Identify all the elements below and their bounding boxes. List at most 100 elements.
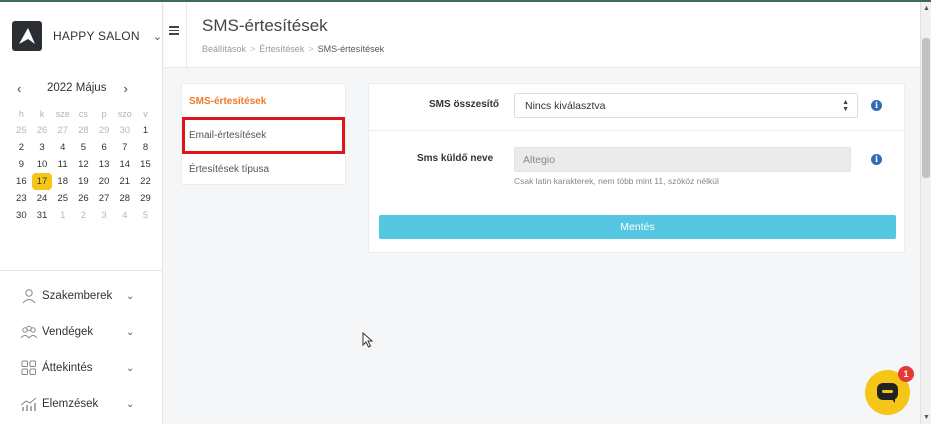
page-header: SMS-értesítések Beállítások > Értesítések >… — [164, 2, 920, 68]
subnav-item-sms[interactable]: SMS-értesítések — [189, 96, 266, 107]
calendar-day[interactable]: 7 — [114, 142, 135, 153]
calendar-day[interactable]: 26 — [73, 193, 94, 204]
calendar-day[interactable]: 22 — [135, 176, 156, 187]
sidebar-item-szakemberek[interactable]: Szakemberek ⌄ — [0, 278, 163, 314]
calendar-week: 9 10 11 12 13 14 15 — [11, 156, 156, 173]
sidebar-item-label: Vendégek — [42, 326, 94, 338]
sidebar-item-label: Áttekintés — [42, 362, 93, 374]
calendar-day[interactable]: 24 — [32, 193, 53, 204]
sender-name-label: Sms küldő neve — [417, 153, 494, 164]
breadcrumb-separator-icon: > — [308, 44, 314, 54]
select-arrows-icon: ▲ ▼ — [842, 99, 849, 113]
calendar-day[interactable]: 17 — [32, 173, 53, 190]
calendar-day[interactable]: 4 — [52, 142, 73, 153]
calendar-day[interactable]: 15 — [135, 159, 156, 170]
breadcrumb-link-beallitasok[interactable]: Beállítások — [202, 44, 246, 54]
calendar-day[interactable]: 1 — [135, 125, 156, 136]
brand-switcher[interactable]: HAPPY SALON ⌄ — [0, 2, 162, 70]
calendar-day[interactable]: 5 — [135, 210, 156, 221]
calendar-day[interactable]: 12 — [73, 159, 94, 170]
sidebar-item-vendegek[interactable]: Vendégek ⌄ — [0, 314, 163, 350]
calendar-day[interactable]: 21 — [114, 176, 135, 187]
sender-name-value: Altegio — [523, 154, 556, 166]
calendar-day[interactable]: 30 — [11, 210, 32, 221]
calendar-day[interactable]: 10 — [32, 159, 53, 170]
calendar-day[interactable]: 14 — [114, 159, 135, 170]
calendar-next-button[interactable]: › — [123, 81, 127, 96]
calendar-day[interactable]: 28 — [73, 125, 94, 136]
sidebar: HAPPY SALON ⌄ ‹ 2022 Május › h k sze cs p szo… — [0, 2, 163, 424]
sender-name-hint: Csak latin karakterek, nem több mint 11,… — [514, 176, 719, 186]
mouse-cursor-icon — [362, 332, 374, 348]
sms-settings-panel: SMS összesítő Nincs kiválasztva ▲ ▼ i Sms… — [368, 83, 905, 253]
calendar-day[interactable]: 31 — [32, 210, 53, 221]
sms-summary-label: SMS összesítő — [429, 99, 500, 110]
sidebar-nav: Szakemberek ⌄ Vendégek ⌄ Áttekintés ⌄ El… — [0, 278, 163, 422]
sms-summary-select[interactable]: Nincs kiválasztva ▲ ▼ — [514, 93, 858, 118]
calendar-day[interactable]: 4 — [114, 210, 135, 221]
calendar-week: 16 17 18 19 20 21 22 — [11, 173, 156, 190]
calendar-day[interactable]: 20 — [94, 176, 115, 187]
grid-icon — [21, 360, 36, 375]
sidebar-item-attekintes[interactable]: Áttekintés ⌄ — [0, 350, 163, 386]
calendar-day[interactable]: 23 — [11, 193, 32, 204]
calendar-day[interactable]: 18 — [52, 176, 73, 187]
person-icon — [22, 289, 36, 304]
scroll-thumb[interactable] — [922, 38, 930, 178]
sidebar-item-elemzesek[interactable]: Elemzések ⌄ — [0, 386, 163, 422]
chevron-down-icon[interactable]: ⌄ — [153, 30, 162, 43]
sender-name-input[interactable]: Altegio — [514, 147, 851, 172]
logo-icon — [12, 21, 42, 51]
calendar-weekday: p — [101, 108, 107, 119]
calendar-day[interactable]: 6 — [94, 142, 115, 153]
calendar-day[interactable]: 29 — [94, 125, 115, 136]
calendar-day[interactable]: 25 — [52, 193, 73, 204]
save-button[interactable]: Mentés — [379, 215, 896, 239]
calendar-day[interactable]: 5 — [73, 142, 94, 153]
calendar-day[interactable]: 27 — [52, 125, 73, 136]
chevron-down-icon: ⌄ — [126, 290, 135, 302]
brand-name: HAPPY SALON — [53, 29, 140, 43]
hamburger-menu-icon[interactable] — [169, 26, 179, 37]
breadcrumb-link-ertesitesek[interactable]: Értesítések — [259, 44, 304, 54]
calendar-day[interactable]: 11 — [52, 159, 73, 170]
sms-summary-value: Nincs kiválasztva — [525, 100, 606, 112]
chart-icon — [20, 397, 37, 411]
calendar-weekdays: h k sze cs p szo v — [11, 105, 156, 122]
calendar-day[interactable]: 1 — [52, 210, 73, 221]
calendar-week: 23 24 25 26 27 28 29 — [11, 190, 156, 207]
breadcrumb-separator-icon: > — [250, 44, 256, 54]
page-scrollbar[interactable]: ▲ ▼ — [920, 2, 931, 424]
calendar-day[interactable]: 19 — [73, 176, 94, 187]
calendar-week: 30 31 1 2 3 4 5 — [11, 207, 156, 224]
calendar-day[interactable]: 27 — [94, 193, 115, 204]
calendar-month-title[interactable]: 2022 Május — [47, 82, 106, 94]
calendar-day[interactable]: 16 — [11, 176, 32, 187]
calendar-day[interactable]: 26 — [32, 125, 53, 136]
mini-calendar: ‹ 2022 Május › h k sze cs p szo v 25 26 27 28 29 30 1… — [0, 77, 163, 222]
info-icon[interactable]: i — [871, 100, 882, 111]
calendar-weekday: cs — [78, 108, 88, 119]
calendar-prev-button[interactable]: ‹ — [17, 81, 33, 96]
calendar-weekday: h — [18, 108, 24, 119]
calendar-day[interactable]: 3 — [32, 142, 53, 153]
calendar-weekday: sze — [55, 108, 70, 119]
info-icon[interactable]: i — [871, 154, 882, 165]
calendar-day[interactable]: 13 — [94, 159, 115, 170]
calendar-day[interactable]: 28 — [114, 193, 135, 204]
calendar-day[interactable]: 2 — [11, 142, 32, 153]
sidebar-divider — [0, 270, 163, 271]
calendar-day[interactable]: 3 — [94, 210, 115, 221]
calendar-day[interactable]: 25 — [11, 125, 32, 136]
calendar-day[interactable]: 8 — [135, 142, 156, 153]
scroll-down-icon[interactable]: ▼ — [923, 414, 930, 421]
subnav-item-notification-types[interactable]: Értesítések típusa — [189, 164, 269, 175]
chevron-down-icon: ⌄ — [126, 326, 135, 338]
calendar-day[interactable]: 30 — [114, 125, 135, 136]
calendar-day[interactable]: 9 — [11, 159, 32, 170]
page-title: SMS-értesítések — [202, 16, 328, 35]
calendar-day[interactable]: 29 — [135, 193, 156, 204]
calendar-day[interactable]: 2 — [73, 210, 94, 221]
scroll-up-icon[interactable]: ▲ — [923, 5, 930, 12]
form-divider — [369, 130, 904, 131]
